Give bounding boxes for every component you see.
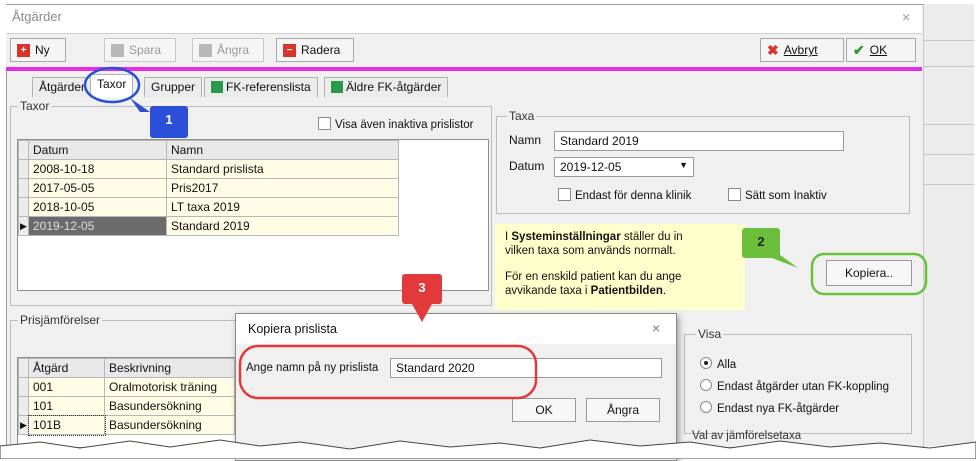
callout-3-pointer <box>412 304 432 322</box>
callout-1-number: 1 <box>165 112 173 127</box>
callout-2-pointer <box>772 252 798 268</box>
annotation-overlay <box>83 66 928 400</box>
highlight-copy-button <box>810 252 928 296</box>
highlight-name-input <box>238 344 538 400</box>
callout-2-number: 2 <box>757 234 765 249</box>
callout-3-number: 3 <box>418 280 426 295</box>
torn-edge-decoration <box>0 439 976 459</box>
callout-1-pointer <box>130 98 150 112</box>
highlight-ellipse-taxor <box>83 66 141 104</box>
